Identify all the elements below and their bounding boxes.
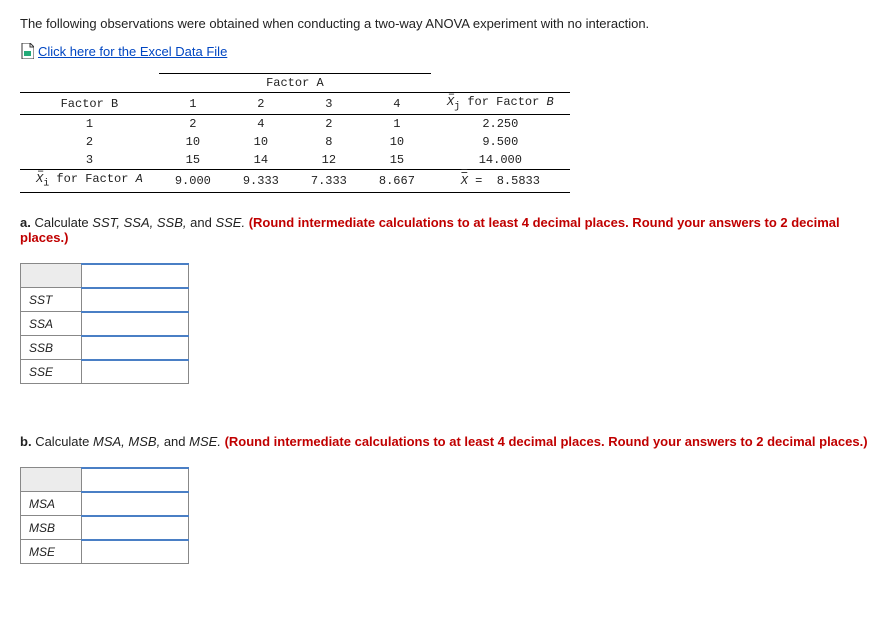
cell: 4 xyxy=(227,115,295,134)
row-mean: 14.000 xyxy=(431,151,570,170)
input-sst[interactable] xyxy=(82,288,189,312)
label-ssa: SSA xyxy=(21,312,82,336)
table-row: 3 15 14 12 15 14.000 xyxy=(20,151,570,170)
col-head-4: 4 xyxy=(363,93,431,115)
col-head-1: 1 xyxy=(159,93,227,115)
excel-link-text: Click here for the Excel Data File xyxy=(38,44,227,59)
cell: 14 xyxy=(227,151,295,170)
input-msa[interactable] xyxy=(82,492,189,516)
row-label: 1 xyxy=(20,115,159,134)
col-mean: 8.667 xyxy=(363,170,431,192)
cell: 2 xyxy=(295,115,363,134)
answer-table-b: MSA MSB MSE xyxy=(20,467,189,564)
label-sse: SSE xyxy=(21,360,82,384)
label-ssb: SSB xyxy=(21,336,82,360)
input-ssb[interactable] xyxy=(82,336,189,360)
col-mean: 9.000 xyxy=(159,170,227,192)
cell: 10 xyxy=(227,133,295,151)
col-head-2: 2 xyxy=(227,93,295,115)
excel-data-link[interactable]: Click here for the Excel Data File xyxy=(20,43,227,59)
row-mean: 2.250 xyxy=(431,115,570,134)
col-mean: 7.333 xyxy=(295,170,363,192)
cell: 1 xyxy=(363,115,431,134)
label-mse: MSE xyxy=(21,540,82,564)
factor-a-header: Factor A xyxy=(159,74,431,93)
table-row: 1 2 4 2 1 2.250 xyxy=(20,115,570,134)
file-icon xyxy=(20,43,34,59)
table-row: 2 10 10 8 10 9.500 xyxy=(20,133,570,151)
input-ssa[interactable] xyxy=(82,312,189,336)
grand-mean: X = 8.5833 xyxy=(431,170,570,192)
label-msb: MSB xyxy=(21,516,82,540)
question-b: b. Calculate MSA, MSB, and MSE. (Round i… xyxy=(20,434,870,449)
input-msb[interactable] xyxy=(82,516,189,540)
cell: 8 xyxy=(295,133,363,151)
label-msa: MSA xyxy=(21,492,82,516)
cell: 15 xyxy=(159,151,227,170)
question-a: a. Calculate SST, SSA, SSB, and SSE. (Ro… xyxy=(20,215,870,245)
row-label: 2 xyxy=(20,133,159,151)
col-mean-label: Xi for Factor A xyxy=(20,170,159,192)
label-sst: SST xyxy=(21,288,82,312)
row-mean-header: Xj for Factor B xyxy=(431,93,570,115)
answer-table-a: SST SSA SSB SSE xyxy=(20,263,189,384)
col-head-3: 3 xyxy=(295,93,363,115)
row-mean: 9.500 xyxy=(431,133,570,151)
cell: 10 xyxy=(159,133,227,151)
input-sse[interactable] xyxy=(82,360,189,384)
input-mse[interactable] xyxy=(82,540,189,564)
instruction-b: (Round intermediate calculations to at l… xyxy=(225,434,868,449)
intro-text: The following observations were obtained… xyxy=(20,16,870,31)
cell: 2 xyxy=(159,115,227,134)
col-mean: 9.333 xyxy=(227,170,295,192)
factor-b-header: Factor B xyxy=(20,93,159,115)
cell: 10 xyxy=(363,133,431,151)
anova-data-table: Factor A Factor B 1 2 3 4 Xj for Factor … xyxy=(20,73,570,193)
cell: 12 xyxy=(295,151,363,170)
cell: 15 xyxy=(363,151,431,170)
